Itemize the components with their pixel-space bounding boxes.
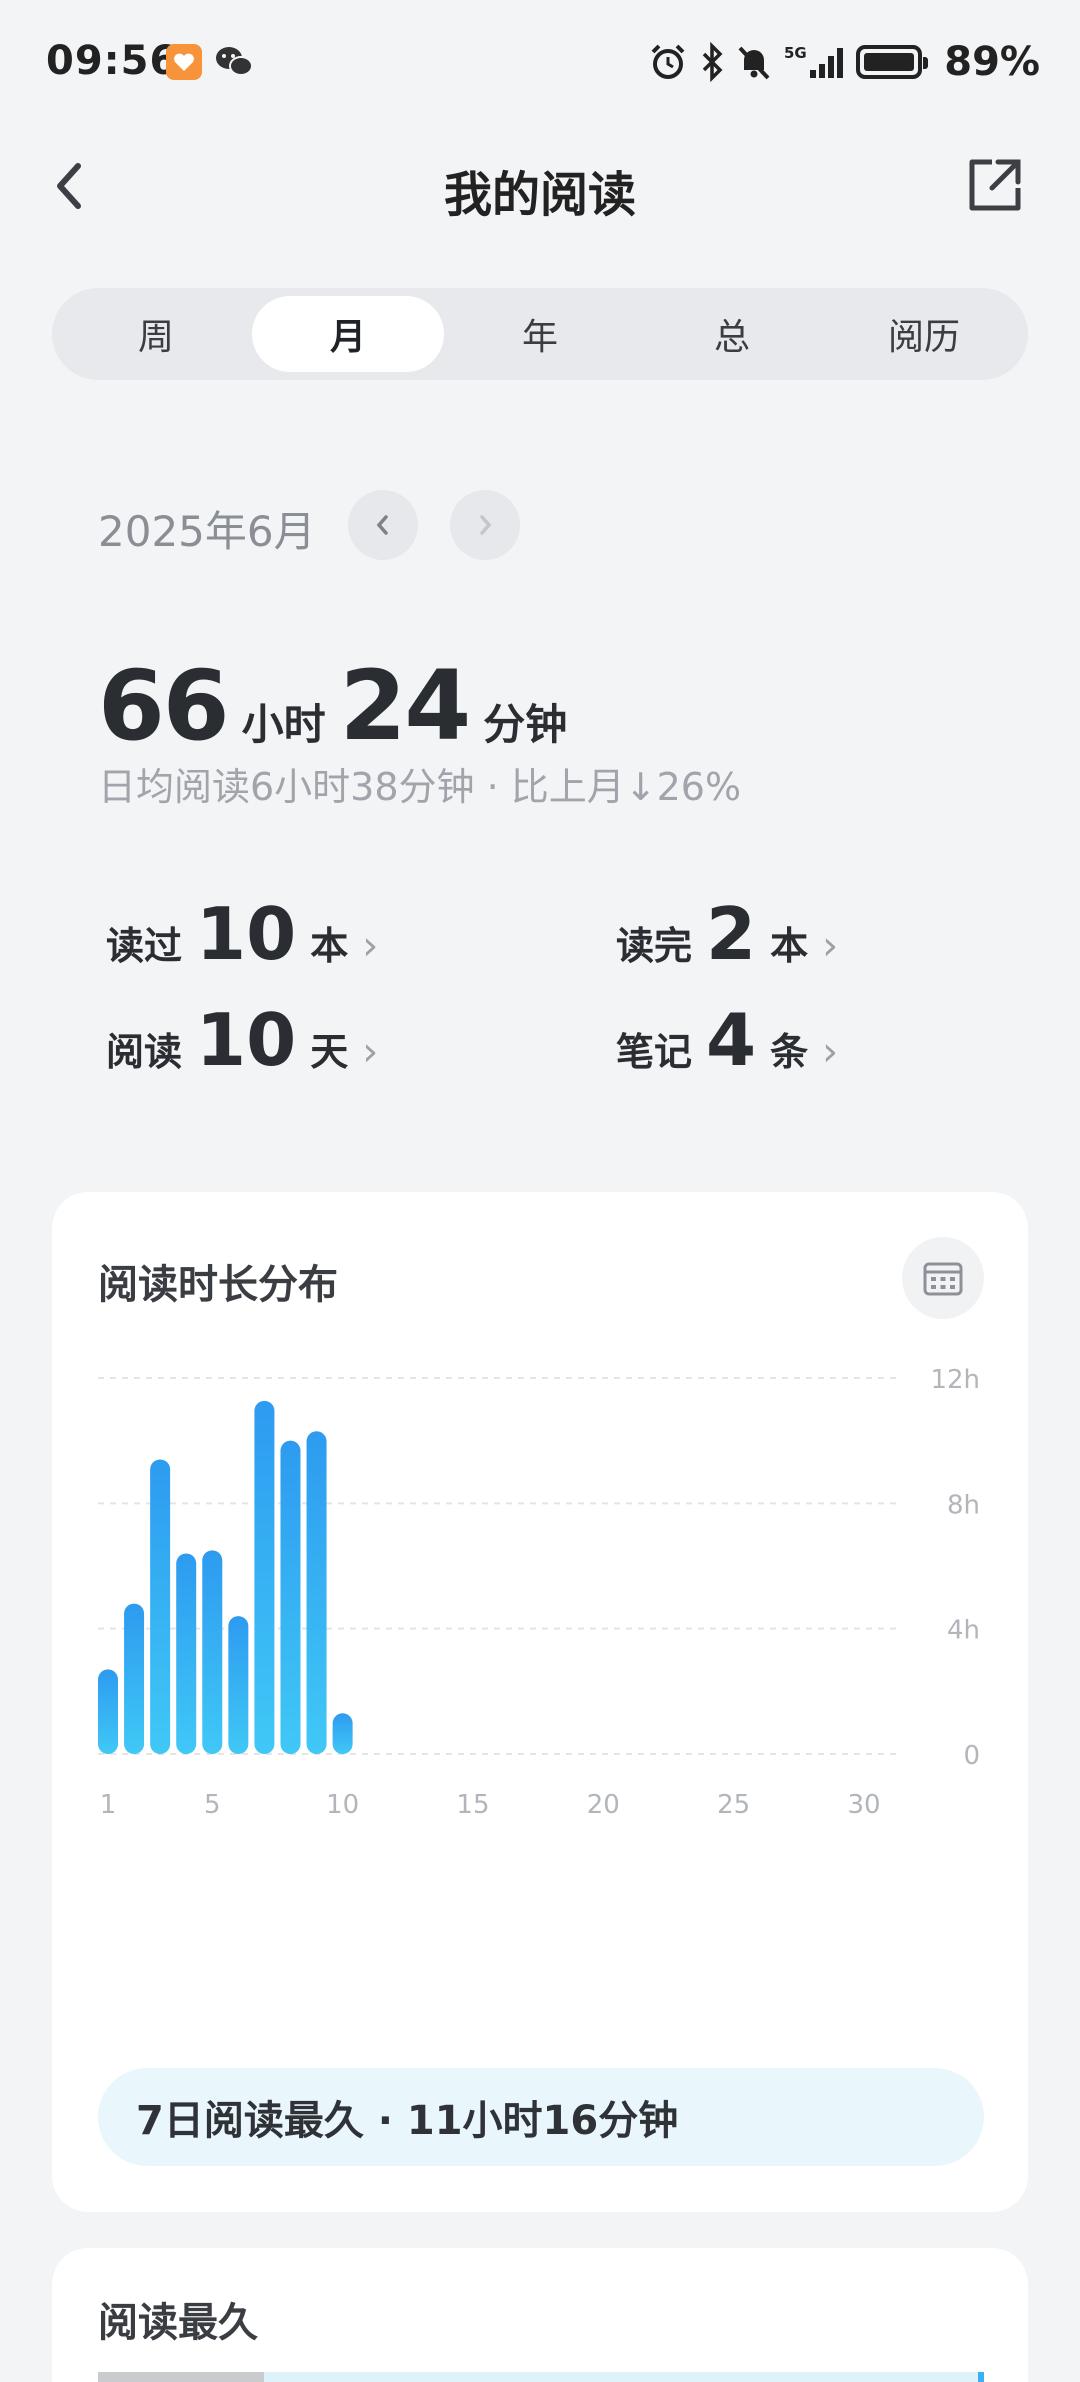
bar-day-4[interactable] — [176, 1553, 197, 1754]
stat-unit: 本 — [310, 924, 349, 968]
stat-value: 10 — [196, 892, 297, 976]
bar-day-9[interactable] — [306, 1431, 327, 1754]
chevron-right-icon — [480, 515, 492, 535]
y-tick-label: 12h — [930, 1365, 980, 1395]
chevron-right-icon: › — [362, 1029, 379, 1075]
share-external-icon[interactable] — [962, 152, 1028, 218]
chevron-right-icon: › — [362, 923, 379, 969]
y-tick-label: 8h — [947, 1490, 980, 1520]
stat-label: 阅读 — [106, 1030, 183, 1074]
x-tick-label: 10 — [326, 1790, 359, 1820]
battery-percent: 89% — [944, 39, 1040, 85]
tab-month[interactable]: 月 — [252, 296, 444, 372]
stat-unit: 天 — [310, 1030, 349, 1074]
daily-average-text: 日均阅读6小时38分钟 · 比上月↓26% — [98, 765, 742, 809]
alarm-icon — [651, 44, 685, 79]
stat-label: 笔记 — [616, 1030, 693, 1074]
chevron-right-icon: › — [822, 1029, 839, 1075]
card-title: 阅读时长分布 — [98, 1262, 338, 1308]
mute-bell-icon — [738, 46, 770, 80]
tab-week[interactable]: 周 — [60, 296, 252, 372]
x-tick-label: 1 — [100, 1790, 117, 1820]
svg-text:5G: 5G — [784, 44, 807, 62]
wechat-icon — [216, 47, 253, 76]
stat-value: 4 — [706, 998, 757, 1082]
status-time: 09:56 — [46, 38, 179, 84]
total-reading-time: 66 小时 24 分钟 — [98, 650, 581, 762]
stat-value: 10 — [196, 998, 297, 1082]
longest-reading-card: 阅读最久 — [52, 2248, 1028, 2382]
reading-duration-chart: 04h8h12h 1 5 10 15 20 25 30 — [98, 1365, 980, 1820]
stat-unit: 本 — [770, 924, 809, 968]
bar-day-1[interactable] — [98, 1669, 118, 1754]
bar-day-3[interactable] — [150, 1459, 171, 1754]
book-item-accent — [978, 2372, 984, 2382]
page-title: 我的阅读 — [443, 167, 636, 223]
period-tabs: 周 月 年 总 阅历 — [52, 288, 1028, 380]
stat-label: 读完 — [616, 924, 693, 968]
minutes-unit: 分钟 — [483, 700, 568, 749]
stat-reading-days[interactable]: 阅读 10 天 › — [106, 998, 378, 1082]
stat-books-read[interactable]: 读过 10 本 › — [106, 892, 378, 976]
prev-month-button[interactable] — [348, 490, 418, 560]
stat-books-finished[interactable]: 读完 2 本 › — [616, 892, 838, 976]
x-tick-label: 5 — [204, 1790, 221, 1820]
reading-distribution-card: 阅读时长分布 0 4h 8h 12h 1 5 10 15 20 25 30 7日阅读最久 · 11… — [52, 1192, 1028, 2212]
stat-label: 读过 — [106, 924, 183, 968]
bar-day-5[interactable] — [202, 1550, 223, 1754]
y-tick-label: 4h — [947, 1616, 980, 1646]
chevron-left-icon — [376, 515, 388, 535]
stat-unit: 条 — [770, 1030, 809, 1074]
calendar-icon — [923, 1262, 963, 1296]
tab-history[interactable]: 阅历 — [828, 296, 1020, 372]
stat-value: 2 — [706, 892, 757, 976]
total-hours: 66 — [98, 650, 230, 762]
x-tick-label: 20 — [587, 1790, 620, 1820]
hours-unit: 小时 — [241, 700, 326, 749]
x-tick-label: 30 — [847, 1790, 880, 1820]
next-month-button[interactable] — [450, 490, 520, 560]
bluetooth-icon — [703, 42, 723, 82]
bar-day-7[interactable] — [254, 1400, 275, 1754]
x-tick-label: 15 — [456, 1790, 489, 1820]
longest-day-highlight: 7日阅读最久 · 11小时16分钟 — [98, 2068, 984, 2166]
book-item-background — [264, 2372, 984, 2382]
bar-day-6[interactable] — [228, 1616, 249, 1754]
bar-day-2[interactable] — [124, 1603, 145, 1754]
status-bar: 09:56 5G 89% — [0, 0, 1080, 130]
period-label: 2025年6月 — [98, 507, 316, 556]
tab-total[interactable]: 总 — [636, 296, 828, 372]
total-minutes: 24 — [339, 650, 472, 762]
chevron-right-icon: › — [822, 923, 839, 969]
book-cover-strip — [98, 2372, 264, 2382]
app-notification-icon — [166, 44, 202, 80]
battery-icon — [856, 45, 929, 79]
x-tick-label: 25 — [717, 1790, 750, 1820]
y-tick-label: 0 — [963, 1741, 980, 1771]
calendar-button[interactable] — [902, 1237, 984, 1319]
stat-notes[interactable]: 笔记 4 条 › — [616, 998, 838, 1082]
signal-5g-icon: 5G — [784, 44, 844, 78]
bar-day-8[interactable] — [280, 1440, 301, 1754]
tab-year[interactable]: 年 — [444, 296, 636, 372]
bar-day-10[interactable] — [332, 1713, 353, 1754]
card-title: 阅读最久 — [98, 2300, 258, 2346]
